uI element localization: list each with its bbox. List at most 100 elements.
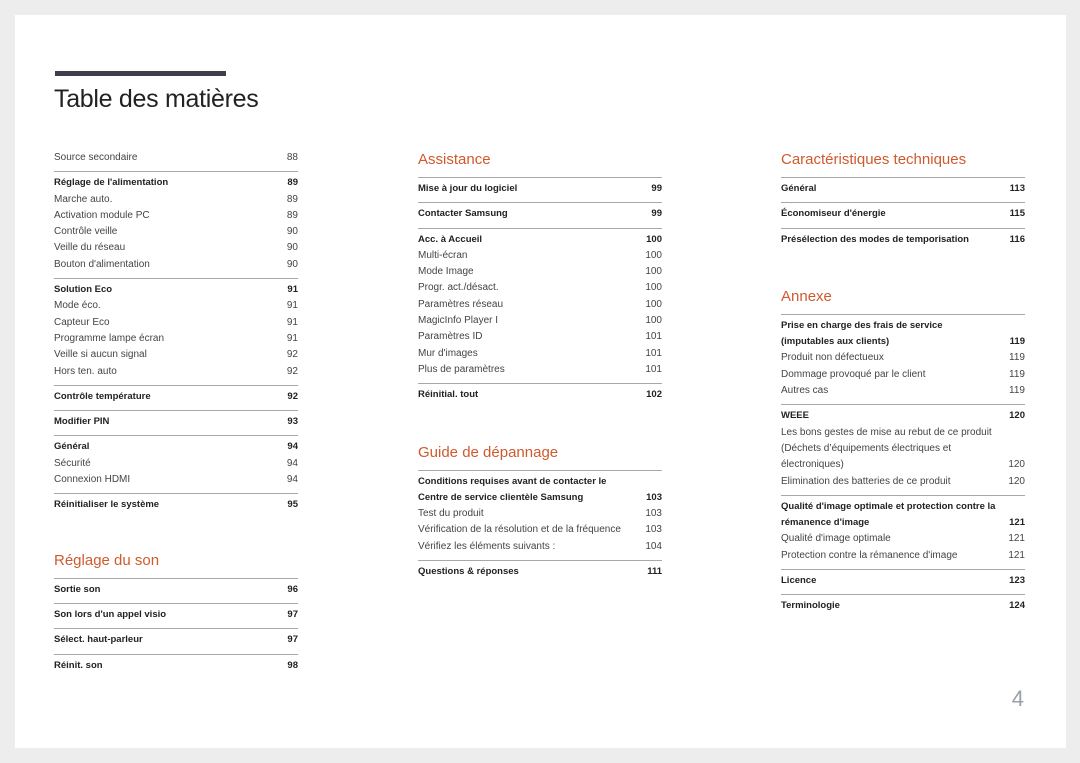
- toc-group: Licence 123: [781, 569, 1025, 594]
- toc-subentry[interactable]: Source secondaire 88: [54, 150, 298, 166]
- toc-entry-label: Capteur Eco: [54, 316, 110, 328]
- toc-entry-page: 120: [1008, 459, 1025, 471]
- toc-entry-page: 100: [645, 315, 662, 327]
- toc-subentry[interactable]: MagicInfo Player I 100: [418, 313, 662, 329]
- toc-group: Général 113: [781, 177, 1025, 202]
- toc-entry-label: Marche auto.: [54, 193, 113, 205]
- toc-subentry[interactable]: Dommage provoqué par le client 119: [781, 367, 1025, 383]
- toc-entry[interactable]: Réinitial. tout 102: [418, 387, 662, 403]
- toc-column-middle: Assistance Mise à jour du logiciel 99 Cont…: [418, 150, 662, 585]
- toc-entry[interactable]: Économiseur d'énergie 115: [781, 206, 1025, 222]
- toc-entry-label: Elimination des batteries de ce produit: [781, 475, 951, 487]
- toc-entry[interactable]: Contrôle température 92: [54, 389, 298, 405]
- toc-entry[interactable]: Sélect. haut-parleur 97: [54, 632, 298, 648]
- toc-entry[interactable]: Acc. à Accueil 100: [418, 232, 662, 248]
- toc-entry[interactable]: Questions & réponses 111: [418, 564, 662, 580]
- toc-groups: Général 113 Économiseur d'énergie 115 Présél…: [781, 177, 1025, 253]
- toc-entry-page: 104: [645, 540, 662, 552]
- toc-subentry[interactable]: Test du produit 103: [418, 506, 662, 522]
- toc-entry-label: Source secondaire: [54, 152, 138, 163]
- toc-subentry[interactable]: Veille du réseau 90: [54, 240, 298, 256]
- toc-subentry[interactable]: Paramètres ID 101: [418, 329, 662, 345]
- toc-group: Réinitial. tout 102: [418, 383, 662, 408]
- toc-group: Sélect. haut-parleur 97: [54, 628, 298, 653]
- toc-subentry[interactable]: Mode Image 100: [418, 264, 662, 280]
- toc-entry[interactable]: Général 113: [781, 181, 1025, 197]
- toc-entry[interactable]: WEEE 120: [781, 408, 1025, 424]
- toc-entry[interactable]: Réinit. son 98: [54, 658, 298, 674]
- toc-entry[interactable]: Solution Eco 91: [54, 282, 298, 298]
- toc-entry-label: Sélect. haut-parleur: [54, 634, 143, 646]
- toc-groups: Réglage de l'alimentation 89 Marche auto. 8…: [54, 171, 298, 518]
- toc-subentry[interactable]: Vérifiez les éléments suivants : 104: [418, 539, 662, 555]
- section-heading-caracteristiques-techniques: Caractéristiques techniques: [781, 151, 967, 168]
- toc-subentry[interactable]: Produit non défectueux 119: [781, 350, 1025, 366]
- toc-entry[interactable]: Présélection des modes de temporisation 1…: [781, 232, 1025, 248]
- toc-entry[interactable]: Réinitialiser le système 95: [54, 497, 298, 513]
- toc-entry-page: 101: [645, 347, 662, 359]
- toc-subentry[interactable]: Qualité d'image optimale 121: [781, 531, 1025, 547]
- toc-subentry[interactable]: Marche auto. 89: [54, 192, 298, 208]
- toc-entry[interactable]: Sortie son 96: [54, 582, 298, 598]
- toc-subentry[interactable]: Capteur Eco 91: [54, 315, 298, 331]
- toc-entry-page: 101: [645, 331, 662, 343]
- toc-subentry[interactable]: Activation module PC 89: [54, 208, 298, 224]
- toc-subentry[interactable]: Connexion HDMI 94: [54, 472, 298, 488]
- toc-entry-page: 119: [1009, 385, 1025, 397]
- toc-entry[interactable]: Son lors d'un appel visio 97: [54, 607, 298, 623]
- toc-entry[interactable]: Contacter Samsung 99: [418, 206, 662, 222]
- toc-group: Qualité d'image optimale et protection c…: [781, 494, 1025, 569]
- toc-subentry[interactable]: Multi-écran 100: [418, 248, 662, 264]
- toc-subentry[interactable]: Plus de paramètres 101: [418, 362, 662, 378]
- toc-entry[interactable]: Terminologie 124: [781, 598, 1025, 614]
- toc-entry-page: 90: [286, 242, 298, 254]
- toc-entry-page: 121: [1008, 549, 1025, 561]
- toc-subentry[interactable]: Veille si aucun signal 92: [54, 347, 298, 363]
- toc-entry[interactable]: Conditions requises avant de contacter l…: [418, 474, 662, 507]
- toc-entry[interactable]: Qualité d'image optimale et protection c…: [781, 499, 1025, 532]
- toc-group: Réinitialiser le système 95: [54, 493, 298, 518]
- toc-entry[interactable]: Licence 123: [781, 573, 1025, 589]
- toc-entry-page: 98: [287, 659, 298, 671]
- toc-entry-page: 100: [646, 233, 662, 245]
- toc-entry[interactable]: Prise en charge des frais de service (im…: [781, 318, 1025, 351]
- toc-subentry[interactable]: Les bons gestes de mise au rebut de ce p…: [781, 425, 1025, 474]
- toc-subentry[interactable]: Progr. act./désact. 100: [418, 280, 662, 296]
- toc-entry-page: 100: [645, 249, 662, 261]
- toc-subentry[interactable]: Contrôle veille 90: [54, 224, 298, 240]
- document-page: Table des matières Source secondaire 88 R…: [15, 15, 1066, 748]
- toc-entry[interactable]: Général 94: [54, 439, 298, 455]
- toc-groups: Mise à jour du logiciel 99 Contacter Samsu…: [418, 177, 662, 409]
- toc-subentry[interactable]: Mur d'images 101: [418, 346, 662, 362]
- toc-subentry[interactable]: Vérification de la résolution et de la f…: [418, 522, 662, 538]
- toc-group: Questions & réponses 111: [418, 560, 662, 585]
- toc-group: Réinit. son 98: [54, 653, 298, 679]
- toc-entry-label: Mise à jour du logiciel: [418, 183, 518, 194]
- toc-groups: Prise en charge des frais de service (im…: [781, 313, 1025, 620]
- toc-entry-page: 91: [286, 300, 298, 312]
- toc-subentry[interactable]: Elimination des batteries de ce produit 1…: [781, 474, 1025, 490]
- toc-entry-label: Solution Eco: [54, 284, 113, 296]
- toc-entry-label: Vérification de la résolution et de la f…: [418, 524, 621, 536]
- toc-entry-label: Présélection des modes de temporisation: [781, 233, 969, 245]
- toc-entry-page: 94: [286, 457, 298, 469]
- toc-subentry[interactable]: Bouton d'alimentation 90: [54, 257, 298, 273]
- toc-subentry[interactable]: Programme lampe écran 91: [54, 331, 298, 347]
- toc-entry[interactable]: Mise à jour du logiciel 99: [418, 181, 662, 197]
- toc-subentry[interactable]: Paramètres réseau 100: [418, 297, 662, 313]
- toc-entry[interactable]: Réglage de l'alimentation 89: [54, 175, 298, 191]
- toc-entry-label: Général: [54, 441, 90, 453]
- toc-subentry[interactable]: Autres cas 119: [781, 383, 1025, 399]
- toc-entry-label: Mode éco.: [54, 300, 101, 312]
- toc-entry-page: 89: [286, 209, 298, 221]
- toc-group: Source secondaire 88: [54, 150, 298, 171]
- toc-subentry[interactable]: Mode éco. 91: [54, 298, 298, 314]
- toc-entry-page: 120: [1009, 410, 1025, 422]
- toc-group: Économiseur d'énergie 115: [781, 202, 1025, 227]
- toc-entry[interactable]: Modifier PIN 93: [54, 414, 298, 430]
- toc-subentry[interactable]: Hors ten. auto 92: [54, 364, 298, 380]
- toc-subentry[interactable]: Protection contre la rémanence d'image 12…: [781, 548, 1025, 564]
- toc-subentry[interactable]: Sécurité 94: [54, 456, 298, 472]
- toc-entry-page: 94: [286, 474, 298, 486]
- toc-entry-page: 92: [286, 349, 298, 361]
